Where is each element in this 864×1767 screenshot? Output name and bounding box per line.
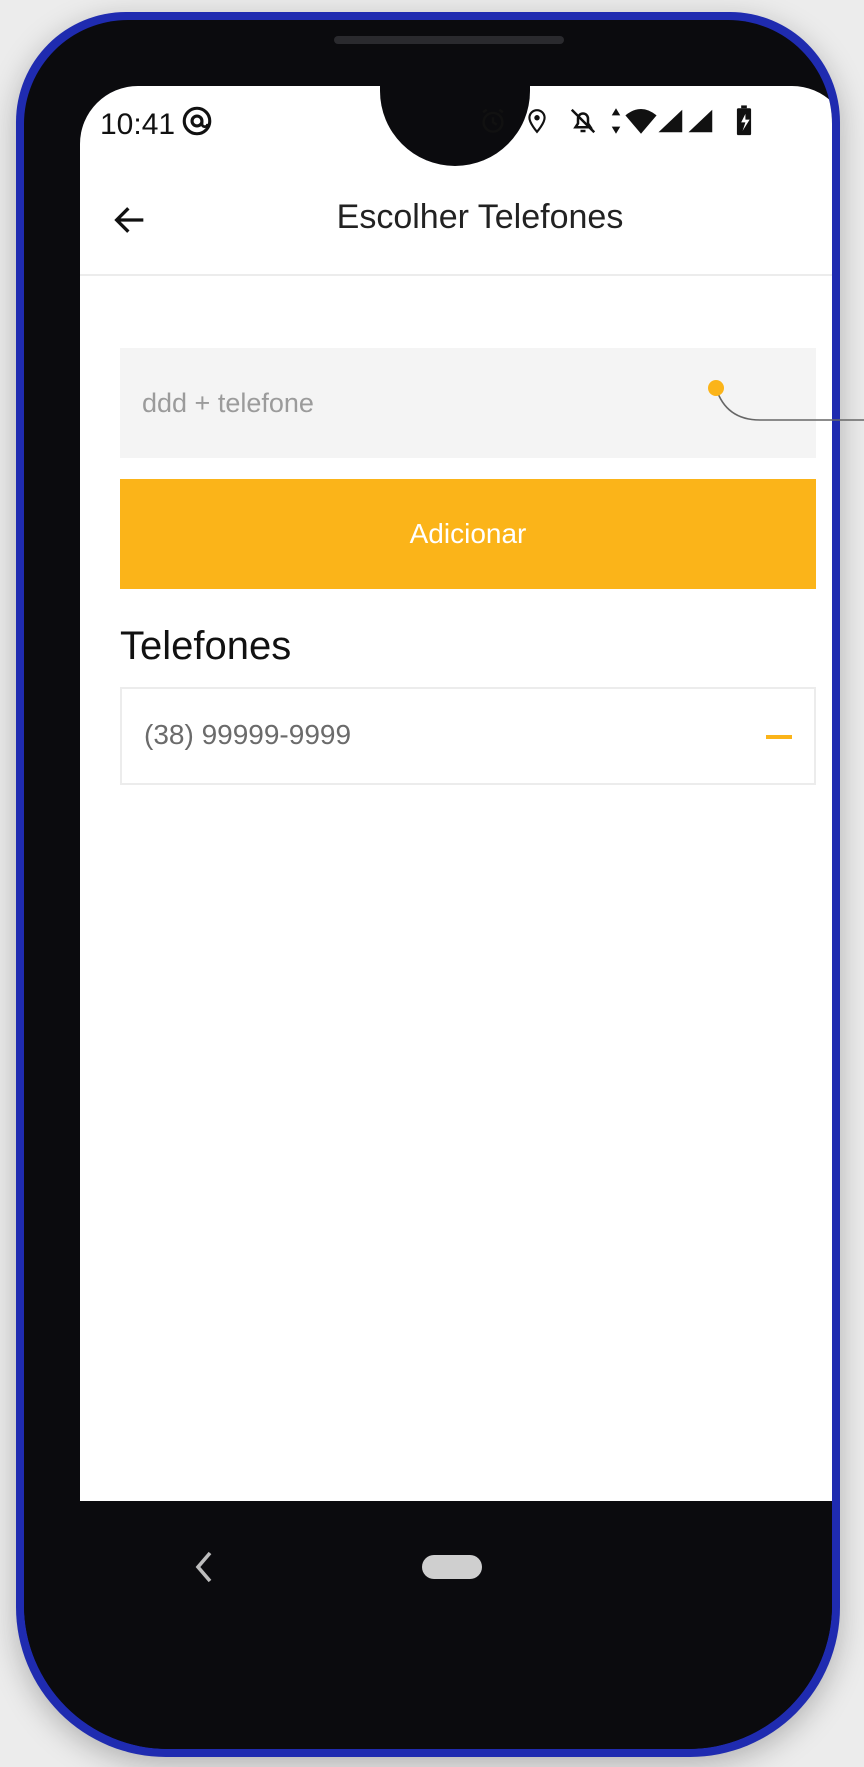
- data-arrows-icon: [608, 104, 624, 143]
- list-item: (38) 99999-9999: [120, 687, 816, 785]
- signal-icon: [656, 104, 686, 143]
- phone-bezel: 10:41 Escolher Telefones ddd + telefone …: [24, 20, 832, 1749]
- page-title: Escolher Telefones: [336, 198, 624, 236]
- notifications-off-icon: [568, 104, 598, 143]
- speaker-grille: [334, 36, 564, 44]
- app-screen: 10:41 Escolher Telefones ddd + telefone …: [80, 86, 832, 1581]
- minus-icon[interactable]: [766, 735, 792, 739]
- alarm-icon: [478, 104, 508, 143]
- home-pill-icon[interactable]: [422, 1555, 482, 1579]
- phones-section-title: Telefones: [120, 624, 292, 668]
- signal-icon: [686, 104, 716, 143]
- status-bar: 10:41: [80, 86, 832, 166]
- battery-icon: [734, 104, 754, 143]
- chevron-left-icon[interactable]: [192, 1547, 216, 1587]
- phone-number-input[interactable]: [120, 348, 816, 458]
- wifi-icon: [624, 104, 658, 143]
- phone-frame: 10:41 Escolher Telefones ddd + telefone …: [16, 12, 840, 1757]
- status-time: 10:41: [100, 108, 176, 141]
- app-header: Escolher Telefones: [80, 166, 832, 276]
- at-sign-icon: [180, 104, 214, 143]
- phone-number: (38) 99999-9999: [144, 719, 352, 750]
- add-phone-button[interactable]: Adicionar: [120, 479, 816, 589]
- system-navigation-bar: [24, 1501, 832, 1749]
- location-icon: [524, 104, 550, 143]
